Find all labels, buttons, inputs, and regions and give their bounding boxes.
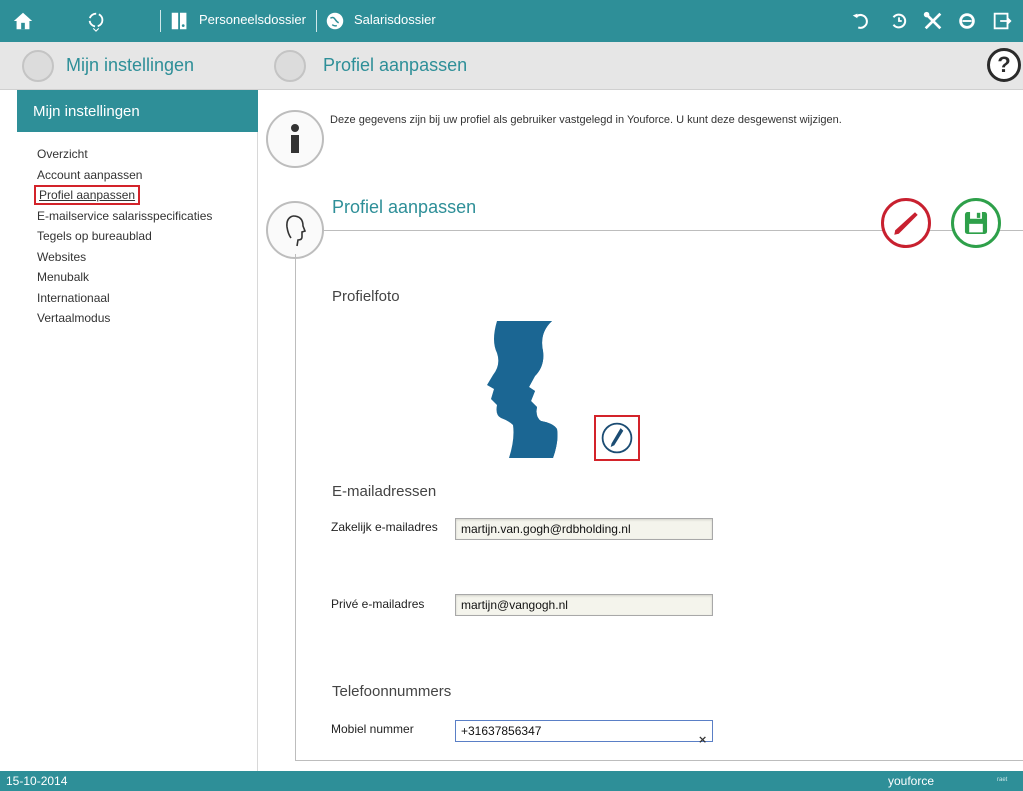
breadcrumb-bar: Mijn instellingen Profiel aanpassen ? xyxy=(0,42,1023,90)
private-email-label: Privé e-mailadres xyxy=(331,597,425,611)
phone-heading: Telefoonnummers xyxy=(332,683,452,700)
sidebar: Mijn instellingen Overzicht Account aanp… xyxy=(0,90,258,771)
home-icon[interactable] xyxy=(10,8,36,34)
private-email-field[interactable]: martijn@vangogh.nl xyxy=(455,594,713,616)
sidebar-item-translation-mode[interactable]: Vertaalmodus xyxy=(37,308,212,329)
sidebar-header: Mijn instellingen xyxy=(17,90,258,132)
mobile-number-field[interactable]: +31637856347 xyxy=(455,720,713,742)
personnel-file-link[interactable]: Personeelsdossier xyxy=(199,12,306,27)
toolbar-separator xyxy=(316,10,317,32)
clear-icon[interactable]: × xyxy=(698,733,707,746)
section-border xyxy=(295,254,296,760)
photo-edit-button[interactable] xyxy=(594,415,640,461)
business-email-field[interactable]: martijn.van.gogh@rdbholding.nl xyxy=(455,518,713,540)
sidebar-item-menubar[interactable]: Menubalk xyxy=(37,267,212,288)
top-toolbar: Personeelsdossier Salarisdossier xyxy=(0,0,1023,42)
status-bar: 15-10-2014 youforce raet xyxy=(0,771,1023,791)
globe-icon[interactable] xyxy=(322,8,348,34)
business-email-label: Zakelijk e-mailadres xyxy=(331,520,438,534)
toolbar-separator xyxy=(160,10,161,32)
refresh-circle-icon[interactable] xyxy=(83,8,109,34)
save-button[interactable] xyxy=(951,198,1001,248)
settings-circle-icon xyxy=(22,50,54,82)
binder-icon[interactable] xyxy=(167,8,193,34)
info-icon xyxy=(266,110,324,168)
pencil-circle-icon xyxy=(601,422,633,454)
history-icon[interactable] xyxy=(886,8,912,34)
mobile-label: Mobiel nummer xyxy=(331,722,414,736)
info-text: Deze gegevens zijn bij uw profiel als ge… xyxy=(330,114,842,126)
section-border xyxy=(295,760,1023,761)
email-heading: E-mailadressen xyxy=(332,483,437,500)
undo-icon[interactable] xyxy=(848,8,874,34)
edit-button[interactable] xyxy=(881,198,931,248)
section-title: Profiel aanpassen xyxy=(332,197,477,217)
gear-icon[interactable] xyxy=(954,8,980,34)
profile-photo xyxy=(457,321,594,458)
status-date: 15-10-2014 xyxy=(6,774,68,788)
floppy-disk-icon xyxy=(964,211,988,235)
app-window: Personeelsdossier Salarisdossier Mijn in… xyxy=(0,0,1023,791)
help-icon: ? xyxy=(997,52,1011,77)
breadcrumb-settings[interactable]: Mijn instellingen xyxy=(66,55,194,76)
help-button[interactable]: ? xyxy=(987,48,1021,82)
sidebar-item-international[interactable]: Internationaal xyxy=(37,288,212,309)
breadcrumb-profile: Profiel aanpassen xyxy=(323,55,468,75)
sidebar-item-profile[interactable]: Profiel aanpassen xyxy=(33,185,212,206)
logout-icon[interactable] xyxy=(989,8,1015,34)
profile-circle-icon xyxy=(274,50,306,82)
sidebar-item-desktop-tiles[interactable]: Tegels op bureaublad xyxy=(37,226,212,247)
pencil-icon xyxy=(894,212,918,235)
sidebar-item-websites[interactable]: Websites xyxy=(37,247,212,268)
sidebar-item-email-service[interactable]: E-mailservice salarisspecificaties xyxy=(37,206,212,227)
profile-head-icon xyxy=(266,201,324,259)
youforce-logo: youforce xyxy=(888,774,935,788)
main-content: Deze gegevens zijn bij uw profiel als ge… xyxy=(258,90,1023,771)
salary-file-link[interactable]: Salarisdossier xyxy=(354,12,436,27)
sidebar-item-account[interactable]: Account aanpassen xyxy=(37,165,212,186)
sidebar-item-overview[interactable]: Overzicht xyxy=(37,144,212,165)
tools-icon[interactable] xyxy=(920,8,946,34)
sidebar-menu: Overzicht Account aanpassen Profiel aanp… xyxy=(33,144,212,329)
photo-heading: Profielfoto xyxy=(332,288,400,305)
raet-logo: raet xyxy=(997,777,1008,783)
